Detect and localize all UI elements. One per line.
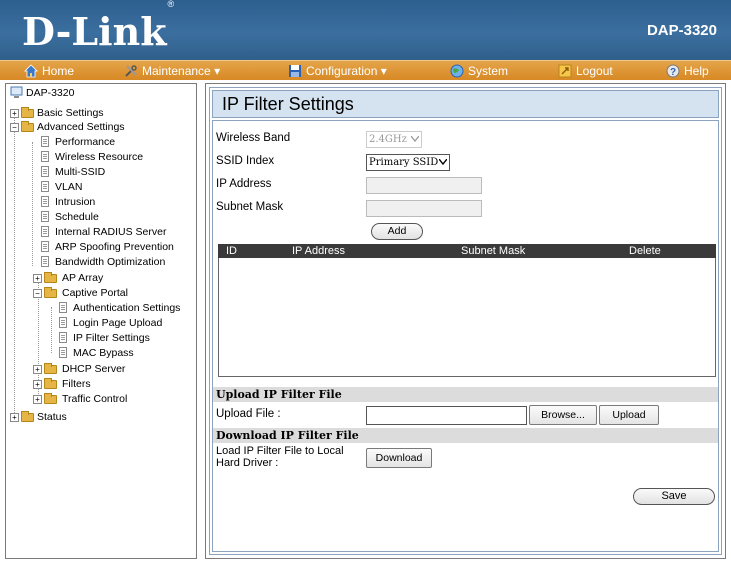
collapse-icon[interactable]: − <box>33 289 42 298</box>
computer-icon <box>10 86 24 104</box>
chevron-down-icon <box>411 136 419 142</box>
help-icon: ? <box>666 64 680 78</box>
ip-address-input[interactable] <box>366 177 482 194</box>
download-section-header: Download IP Filter File <box>213 428 718 443</box>
top-menu-bar: Home Maintenance ▾ Configuration ▾ Syste… <box>0 60 731 80</box>
menu-help[interactable]: ? Help <box>666 61 709 81</box>
settings-frame: IP Filter Settings Wireless Band 2.4GHz … <box>209 87 722 555</box>
subnet-mask-label: Subnet Mask <box>216 201 284 213</box>
menu-logout[interactable]: Logout <box>558 61 613 81</box>
folder-icon <box>44 272 57 283</box>
folder-icon <box>44 378 57 389</box>
upload-button[interactable]: Upload <box>599 405 659 425</box>
column-delete: Delete <box>629 245 661 257</box>
tools-icon <box>124 64 138 78</box>
globe-icon <box>450 64 464 78</box>
page-icon <box>59 332 67 343</box>
chevron-down-icon <box>439 159 447 165</box>
menu-system[interactable]: System <box>450 61 508 81</box>
page-icon <box>41 181 49 192</box>
page-icon <box>41 151 49 162</box>
page-icon <box>41 166 49 177</box>
home-icon <box>24 64 38 78</box>
menu-home[interactable]: Home <box>24 61 74 81</box>
page-title: IP Filter Settings <box>212 90 719 118</box>
expand-icon[interactable]: + <box>10 109 19 118</box>
folder-open-icon <box>44 287 57 298</box>
download-label: Load IP Filter File to Local Hard Driver… <box>216 445 344 469</box>
page-icon <box>59 317 67 328</box>
page-icon <box>41 211 49 222</box>
page-icon <box>59 302 67 313</box>
ssid-index-select[interactable]: Primary SSID <box>366 154 450 171</box>
page-icon <box>41 196 49 207</box>
folder-icon <box>44 393 57 404</box>
folder-icon <box>21 411 34 422</box>
wireless-band-label: Wireless Band <box>216 132 291 144</box>
ip-filter-table-body <box>218 258 716 377</box>
column-subnet-mask: Subnet Mask <box>461 245 526 257</box>
page-icon <box>41 226 49 237</box>
page-icon <box>41 256 49 267</box>
svg-text:?: ? <box>670 67 676 78</box>
page-icon <box>41 241 49 252</box>
ip-filter-table-header: ID IP Address Subnet Mask Delete <box>218 244 716 258</box>
dlink-logo: D-Link® <box>22 0 175 54</box>
expand-icon[interactable]: + <box>33 380 42 389</box>
page-icon <box>41 136 49 147</box>
save-disk-icon <box>288 64 302 78</box>
ip-address-label: IP Address <box>216 178 272 190</box>
subnet-mask-input[interactable] <box>366 200 482 217</box>
header-banner: D-Link® DAP-3320 <box>0 0 731 60</box>
folder-icon <box>44 363 57 374</box>
model-name: DAP-3320 <box>646 22 717 39</box>
chevron-down-icon: ▾ <box>380 64 387 78</box>
logout-icon <box>558 64 572 78</box>
column-id: ID <box>226 245 237 257</box>
expand-icon[interactable]: + <box>33 274 42 283</box>
ssid-index-label: SSID Index <box>216 155 275 167</box>
navigation-tree: DAP-3320 + Basic Settings − Advanced Set… <box>5 83 197 559</box>
save-button[interactable]: Save <box>633 488 715 505</box>
folder-open-icon <box>21 121 34 132</box>
expand-icon[interactable]: + <box>33 395 42 404</box>
folder-icon <box>21 107 34 118</box>
chevron-down-icon: ▾ <box>214 64 221 78</box>
expand-icon[interactable]: + <box>33 365 42 374</box>
upload-file-label: Upload File : <box>216 408 281 420</box>
wireless-band-select[interactable]: 2.4GHz <box>366 131 422 148</box>
page-icon <box>59 347 67 358</box>
menu-configuration[interactable]: Configuration ▾ <box>288 61 387 81</box>
browse-button[interactable]: Browse... <box>529 405 597 425</box>
add-button[interactable]: Add <box>371 223 423 240</box>
download-button[interactable]: Download <box>366 448 432 468</box>
collapse-icon[interactable]: − <box>10 123 19 132</box>
upload-section-header: Upload IP Filter File <box>213 387 718 402</box>
expand-icon[interactable]: + <box>10 413 19 422</box>
column-ip-address: IP Address <box>292 245 345 257</box>
menu-maintenance[interactable]: Maintenance ▾ <box>124 61 220 81</box>
settings-content: Wireless Band 2.4GHz SSID Index Primary … <box>212 120 719 552</box>
main-panel: IP Filter Settings Wireless Band 2.4GHz … <box>205 83 726 559</box>
upload-file-path-input[interactable] <box>366 406 527 425</box>
